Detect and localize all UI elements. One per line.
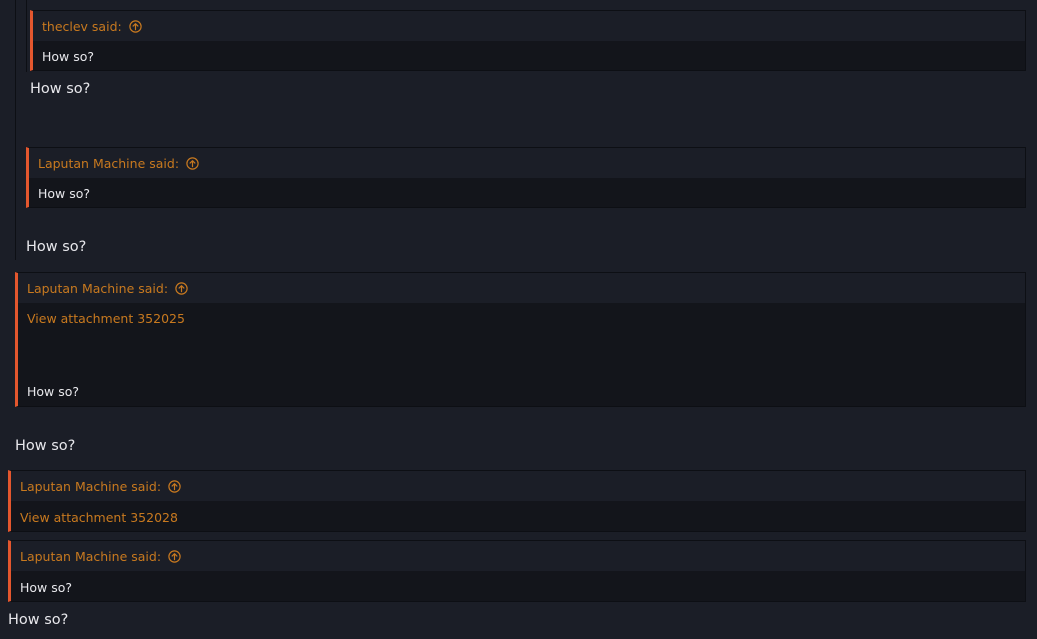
quote-block: Laputan Machine said: How so? <box>8 540 1026 602</box>
arrow-up-circle-icon[interactable] <box>175 281 188 295</box>
quote-block: Laputan Machine said: View attachment 35… <box>8 470 1026 532</box>
arrow-up-circle-icon[interactable] <box>129 19 142 33</box>
quote-block: Laputan Machine said: View attachment 35… <box>15 272 1026 407</box>
attachment-link[interactable]: View attachment 352028 <box>20 510 178 526</box>
quote-block: Laputan Machine said: How so? <box>26 147 1026 208</box>
reply-text: How so? <box>15 438 76 454</box>
quote-text: How so? <box>42 49 95 64</box>
quote-header: Laputan Machine said: <box>11 541 1025 571</box>
quote-author[interactable]: Laputan Machine said: <box>20 549 161 564</box>
nested-quote-rail <box>15 0 16 260</box>
reply-text: How so? <box>26 239 87 255</box>
quote-header: Laputan Machine said: <box>29 148 1025 178</box>
quote-text: How so? <box>38 186 91 201</box>
quote-author[interactable]: theclev said: <box>42 19 122 34</box>
attachment-link[interactable]: View attachment 352025 <box>27 311 185 327</box>
quote-header: theclev said: <box>33 11 1025 41</box>
quote-author[interactable]: Laputan Machine said: <box>27 281 168 296</box>
quote-header: Laputan Machine said: <box>18 273 1025 303</box>
arrow-up-circle-icon[interactable] <box>168 479 181 493</box>
quote-text: How so? <box>27 384 80 399</box>
quote-author[interactable]: Laputan Machine said: <box>38 156 179 171</box>
nested-quote-rail-inner <box>26 0 27 72</box>
reply-text: How so? <box>30 81 91 97</box>
thread-view: theclev said: How so? How so? Laputan Ma… <box>0 0 1037 639</box>
quote-header: Laputan Machine said: <box>11 471 1025 501</box>
quote-author[interactable]: Laputan Machine said: <box>20 479 161 494</box>
reply-text: How so? <box>8 612 69 628</box>
arrow-up-circle-icon[interactable] <box>168 549 181 563</box>
arrow-up-circle-icon[interactable] <box>186 156 199 170</box>
quote-block: theclev said: How so? <box>30 10 1026 71</box>
quote-text: How so? <box>20 580 73 595</box>
